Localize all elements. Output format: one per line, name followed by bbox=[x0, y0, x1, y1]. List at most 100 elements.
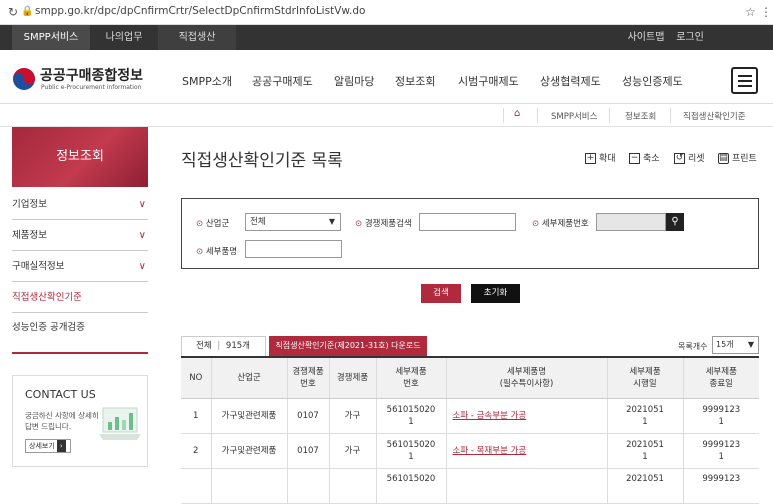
contact-text: 궁금하신 사항에 상세히 bbox=[25, 411, 99, 420]
per-page-select[interactable]: 15개 ▼ bbox=[712, 336, 759, 354]
search-button[interactable]: 검색 bbox=[421, 284, 461, 303]
detail-no-input[interactable] bbox=[596, 213, 666, 231]
sidebar-item-label: 성능인증 공개검증 bbox=[12, 322, 85, 333]
cell-no: 2 bbox=[181, 433, 211, 469]
cell-no: 1 bbox=[181, 398, 211, 434]
cell-competitive-no: 0107 bbox=[286, 433, 329, 469]
table-row: 1 가구및관련제품 0107 가구 561015020 1 소파 - 금속부분 … bbox=[181, 398, 759, 434]
sidebar-item-performance[interactable]: 성능인증 공개검증 bbox=[12, 313, 148, 354]
table-header-row: NO 산업군 경쟁제품 번호 경쟁제품 세부제품 번호 세부제품명 (필수특이사… bbox=[181, 356, 759, 399]
nav-public-purchase[interactable]: 공공구매제도 bbox=[252, 73, 313, 89]
site-logo[interactable]: 공공구매종합정보 Public e-Procurement informatio… bbox=[12, 65, 143, 93]
contact-text: 답변 드립니다. bbox=[25, 422, 72, 431]
col-header-end-date: 세부제품 종료일 bbox=[682, 356, 759, 399]
chevron-down-icon: ∨ bbox=[138, 199, 146, 210]
cell-end-date: 9999123 1 bbox=[682, 433, 759, 469]
tab-smpp-service[interactable]: SMPP서비스 bbox=[12, 25, 90, 50]
contact-detail-label: 상세보기 bbox=[29, 442, 55, 450]
contact-title: CONTACT US bbox=[25, 388, 96, 401]
login-link[interactable]: 로그인 bbox=[670, 25, 710, 50]
list-toolbar: 전체 | 915개 직접생산확인기준(제2021-31호) 다운로드 목록개수 … bbox=[181, 336, 759, 356]
competitive-search-input[interactable] bbox=[419, 213, 516, 231]
sitemap-link[interactable]: 사이트맵 bbox=[622, 25, 670, 50]
zoom-in-button[interactable]: + 확대 bbox=[585, 151, 616, 164]
sidebar-item-purchase-record[interactable]: 구매실적정보 ∨ bbox=[12, 252, 148, 282]
site-header: 공공구매종합정보 Public e-Procurement informatio… bbox=[0, 50, 773, 104]
table-row: 2 가구및관련제품 0107 가구 561015020 1 소파 - 목재부분 … bbox=[181, 433, 759, 469]
bookmark-star-icon[interactable]: ☆ bbox=[745, 5, 756, 19]
breadcrumb-item-smpp[interactable]: SMPP서비스 bbox=[551, 110, 597, 122]
industry-select-value: 전체 bbox=[250, 217, 266, 227]
lock-icon: 🔒 bbox=[21, 6, 34, 17]
sidebar-item-direct-production[interactable]: 직접생산확인기준 bbox=[12, 283, 148, 313]
detail-name-input[interactable] bbox=[245, 240, 342, 258]
sidebar-item-product[interactable]: 제품정보 ∨ bbox=[12, 221, 148, 251]
print-button[interactable]: ▤ 프린트 bbox=[718, 151, 757, 164]
contact-detail-button[interactable]: 상세보기 › bbox=[25, 439, 71, 453]
col-header-competitive: 경쟁제품 bbox=[328, 356, 376, 399]
cell-detail-no: 561015020 1 bbox=[375, 433, 446, 469]
zoom-out-button[interactable]: − 축소 bbox=[629, 151, 660, 164]
col-header-industry: 산업군 bbox=[210, 356, 287, 399]
nav-pilot-purchase[interactable]: 시범구매제도 bbox=[458, 73, 519, 89]
reset-icon: ↺ bbox=[674, 153, 685, 164]
refresh-icon[interactable]: ↻ bbox=[8, 5, 18, 19]
bullet-icon: ⊙ bbox=[532, 219, 540, 229]
industry-select[interactable]: 전체 ▼ bbox=[245, 213, 341, 231]
hamburger-menu-icon[interactable] bbox=[731, 67, 758, 94]
page-title: 직접생산확인기준 목록 bbox=[181, 151, 343, 171]
sidebar-title: 정보조회 bbox=[12, 127, 148, 187]
reset-view-button[interactable]: ↺ 리셋 bbox=[674, 151, 705, 164]
total-count: 전체 | 915개 bbox=[181, 336, 266, 356]
download-standard-button[interactable]: 직접생산확인기준(제2021-31호) 다운로드 bbox=[269, 336, 427, 356]
bullet-icon: ⊙ bbox=[196, 247, 204, 257]
cell-detail-name-link[interactable]: 소파 - 목재부분 가공 bbox=[445, 433, 607, 469]
address-bar[interactable]: smpp.go.kr/dpc/dpCnfirmCrtr/SelectDpCnfi… bbox=[35, 5, 365, 17]
nav-info-lookup[interactable]: 정보조회 bbox=[395, 73, 435, 89]
bullet-icon: ⊙ bbox=[196, 219, 204, 229]
standards-table: NO 산업군 경쟁제품 번호 경쟁제품 세부제품 번호 세부제품명 (필수특이사… bbox=[181, 356, 759, 504]
nav-performance-cert[interactable]: 성능인증제도 bbox=[622, 73, 683, 89]
nav-notice[interactable]: 알림마당 bbox=[334, 73, 374, 89]
plus-icon: + bbox=[585, 153, 596, 164]
cell-competitive: 가구 bbox=[328, 433, 376, 469]
cell-start-date: 2021051 1 bbox=[606, 398, 683, 434]
cell-detail-no: 561015020 1 bbox=[375, 398, 446, 434]
search-icon-button[interactable]: ⚲ bbox=[666, 213, 684, 231]
laptop-chart-illustration bbox=[99, 407, 141, 440]
sidebar-item-label: 직접생산확인기준 bbox=[12, 292, 82, 303]
cell-detail-name-link[interactable]: 소파 - 금속부분 가공 bbox=[445, 398, 607, 434]
nav-cooperation[interactable]: 상생협력제도 bbox=[540, 73, 601, 89]
browser-toolbar: ↻ 🔒 smpp.go.kr/dpc/dpCnfirmCrtr/SelectDp… bbox=[0, 0, 773, 25]
per-page-value: 15개 bbox=[716, 340, 734, 349]
industry-label: ⊙ 산업군 bbox=[196, 219, 230, 229]
cell-detail-name-link[interactable] bbox=[445, 468, 607, 504]
nav-smpp-intro[interactable]: SMPP소개 bbox=[182, 73, 232, 89]
breadcrumb-item-info[interactable]: 정보조회 bbox=[625, 110, 656, 122]
chevron-down-icon: ∨ bbox=[138, 230, 146, 241]
menu-kebab-icon[interactable]: ⋮ bbox=[760, 5, 772, 19]
contact-us-box: CONTACT US 궁금하신 사항에 상세히 답변 드립니다. 상세보기 › bbox=[12, 375, 148, 467]
sidebar-item-company[interactable]: 기업정보 ∨ bbox=[12, 190, 148, 220]
sidebar-item-label: 구매실적정보 bbox=[12, 261, 65, 272]
competitive-search-label: ⊙ 경쟁제품검색 bbox=[355, 219, 412, 229]
minus-icon: − bbox=[629, 153, 640, 164]
zoom-out-label: 축소 bbox=[643, 154, 660, 164]
cell-competitive-no bbox=[286, 468, 329, 504]
reset-button[interactable]: 초기화 bbox=[471, 284, 520, 303]
sidebar-item-label: 기업정보 bbox=[12, 199, 47, 210]
tab-direct-production[interactable]: 직접생산 bbox=[158, 25, 236, 50]
breadcrumb: ⌂ SMPP서비스 정보조회 직접생산확인기준 bbox=[0, 104, 773, 127]
top-utility-bar: SMPP서비스 나의업무 직접생산 사이트맵 로그인 bbox=[0, 25, 773, 50]
print-label: 프린트 bbox=[732, 154, 757, 164]
cell-industry: 가구및관련제품 bbox=[210, 433, 287, 469]
tab-my-work[interactable]: 나의업무 bbox=[90, 25, 158, 50]
cell-end-date: 9999123 1 bbox=[682, 398, 759, 434]
cell-industry bbox=[210, 468, 287, 504]
taegeuk-logo-icon bbox=[13, 68, 35, 90]
home-icon[interactable]: ⌂ bbox=[514, 108, 520, 119]
search-form: ⊙ 산업군 전체 ▼ ⊙ 경쟁제품검색 ⊙ 세부제품번호 ⚲ ⊙ 세부품명 bbox=[181, 198, 759, 269]
table-row: 561015020 2021051 9999123 bbox=[181, 468, 759, 504]
col-header-start-date: 세부제품 시행일 bbox=[606, 356, 683, 399]
col-header-detail-name: 세부제품명 (필수특이사항) bbox=[445, 356, 607, 399]
